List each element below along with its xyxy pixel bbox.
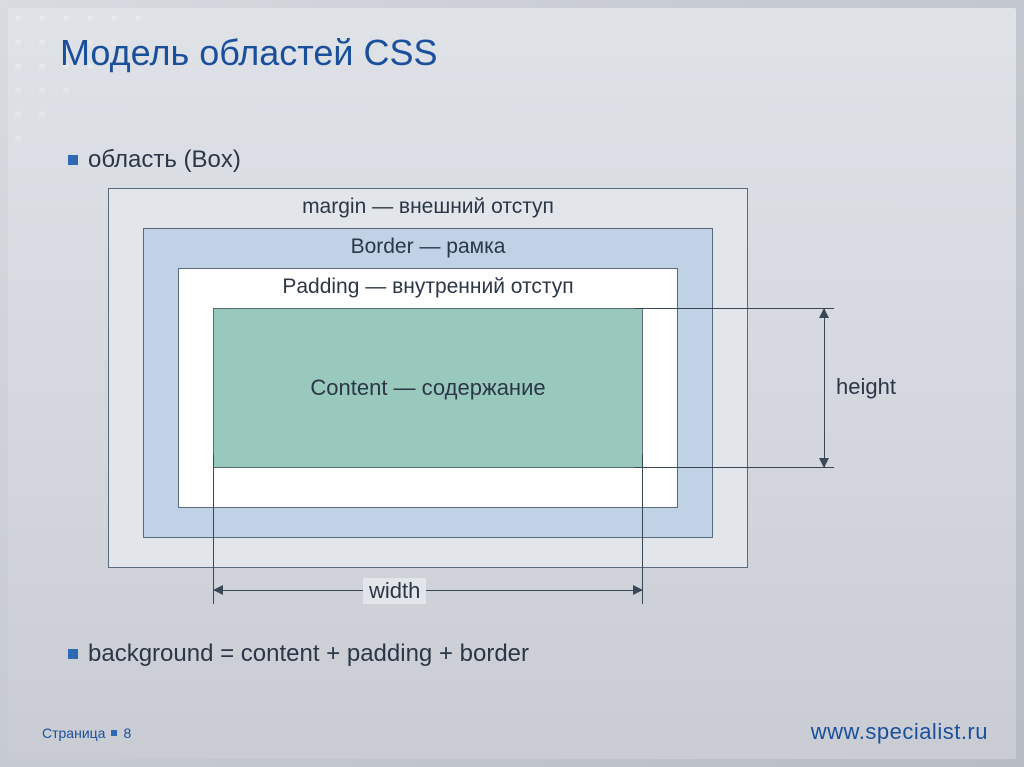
footer-site: www.specialist.ru — [811, 719, 988, 745]
footer-page-number: 8 — [123, 725, 131, 741]
margin-label: margin — внешний отступ — [109, 195, 747, 219]
width-dimension — [213, 574, 643, 608]
bullet-box: область (Box) — [68, 146, 241, 174]
box-model-diagram: margin — внешний отступ Border — рамка P… — [108, 188, 748, 568]
content-label: Content — содержание — [214, 375, 642, 401]
content-box: Content — содержание — [213, 308, 643, 468]
bullet-icon — [68, 649, 78, 659]
bullet-box-text: область (Box) — [88, 146, 241, 174]
footer-separator-icon — [111, 730, 117, 736]
footer-left: Страница 8 — [42, 725, 131, 741]
bullet-icon — [68, 155, 78, 165]
border-label: Border — рамка — [144, 235, 712, 259]
footer-page-word: Страница — [42, 725, 105, 741]
height-label: height — [836, 374, 896, 400]
bullet-background-text: background = content + padding + border — [88, 640, 529, 668]
width-label: width — [363, 578, 426, 604]
padding-label: Padding — внутренний отступ — [179, 275, 677, 299]
bullet-background: background = content + padding + border — [68, 640, 529, 668]
slide-title: Модель областей CSS — [60, 32, 438, 74]
slide: Модель областей CSS область (Box) margin… — [8, 8, 1016, 759]
